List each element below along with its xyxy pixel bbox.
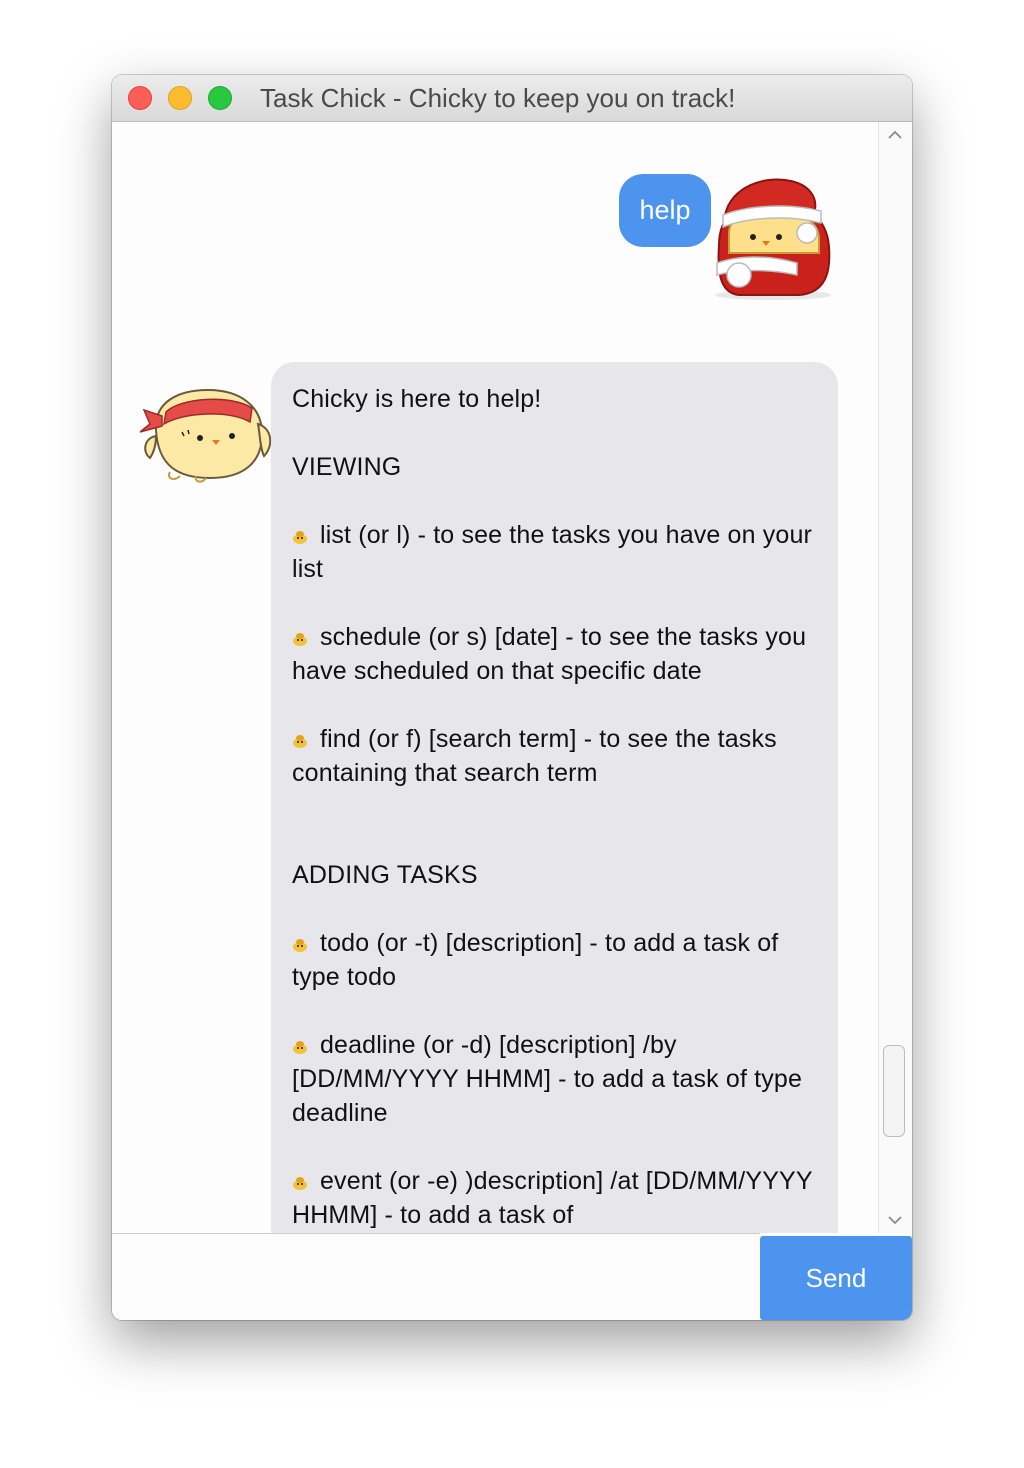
command-item: find (or f) [search term] - to see the t… (292, 722, 818, 790)
section-heading-adding-tasks: ADDING TASKS (292, 861, 478, 889)
minimize-window-button[interactable] (168, 86, 192, 110)
vertical-scrollbar[interactable] (878, 122, 912, 1233)
user-message-bubble: help (619, 174, 711, 247)
chat-scroll-area[interactable]: help Chicky is here to help! VIEWING lis… (112, 122, 878, 1233)
command-item: todo (or -t) [description] - to add a ta… (292, 926, 818, 994)
close-window-button[interactable] (128, 86, 152, 110)
command-text: list (or l) - to see the tasks you have … (292, 521, 812, 583)
command-text: todo (or -t) [description] - to add a ta… (292, 929, 779, 991)
chick-bullet-icon (293, 1041, 307, 1054)
command-item: list (or l) - to see the tasks you have … (292, 518, 818, 586)
command-text: deadline (or -d) [description] /by [DD/M… (292, 1031, 803, 1127)
scrollbar-thumb[interactable] (883, 1045, 905, 1137)
bot-intro-text: Chicky is here to help! (292, 385, 542, 413)
command-item: deadline (or -d) [description] /by [DD/M… (292, 1028, 818, 1130)
command-item: event (or -e) )description] /at [DD/MM/Y… (292, 1164, 818, 1232)
chick-bullet-icon (293, 735, 307, 748)
chick-bullet-icon (293, 531, 307, 544)
command-text: find (or f) [search term] - to see the t… (292, 725, 777, 787)
command-text: event (or -e) )description] /at [DD/MM/Y… (292, 1167, 813, 1229)
zoom-window-button[interactable] (208, 86, 232, 110)
user-avatar-chick-santa-icon (715, 178, 831, 300)
bot-avatar-chick-icon (140, 388, 272, 483)
chevron-up-icon[interactable] (886, 126, 904, 144)
title-bar: Task Chick - Chicky to keep you on track… (112, 75, 912, 122)
section-heading-viewing: VIEWING (292, 453, 402, 481)
window-title: Task Chick - Chicky to keep you on track… (260, 83, 736, 113)
app-window: Task Chick - Chicky to keep you on track… (112, 75, 912, 1320)
chick-bullet-icon (293, 939, 307, 952)
chick-bullet-icon (293, 1177, 307, 1190)
command-item: schedule (or s) [date] - to see the task… (292, 620, 818, 688)
chevron-down-icon[interactable] (886, 1211, 904, 1229)
command-text: schedule (or s) [date] - to see the task… (292, 623, 807, 685)
message-input[interactable] (112, 1233, 760, 1320)
bot-message-bubble: Chicky is here to help! VIEWING list (or… (271, 362, 838, 1233)
chick-bullet-icon (293, 633, 307, 646)
send-button[interactable]: Send (760, 1236, 912, 1320)
